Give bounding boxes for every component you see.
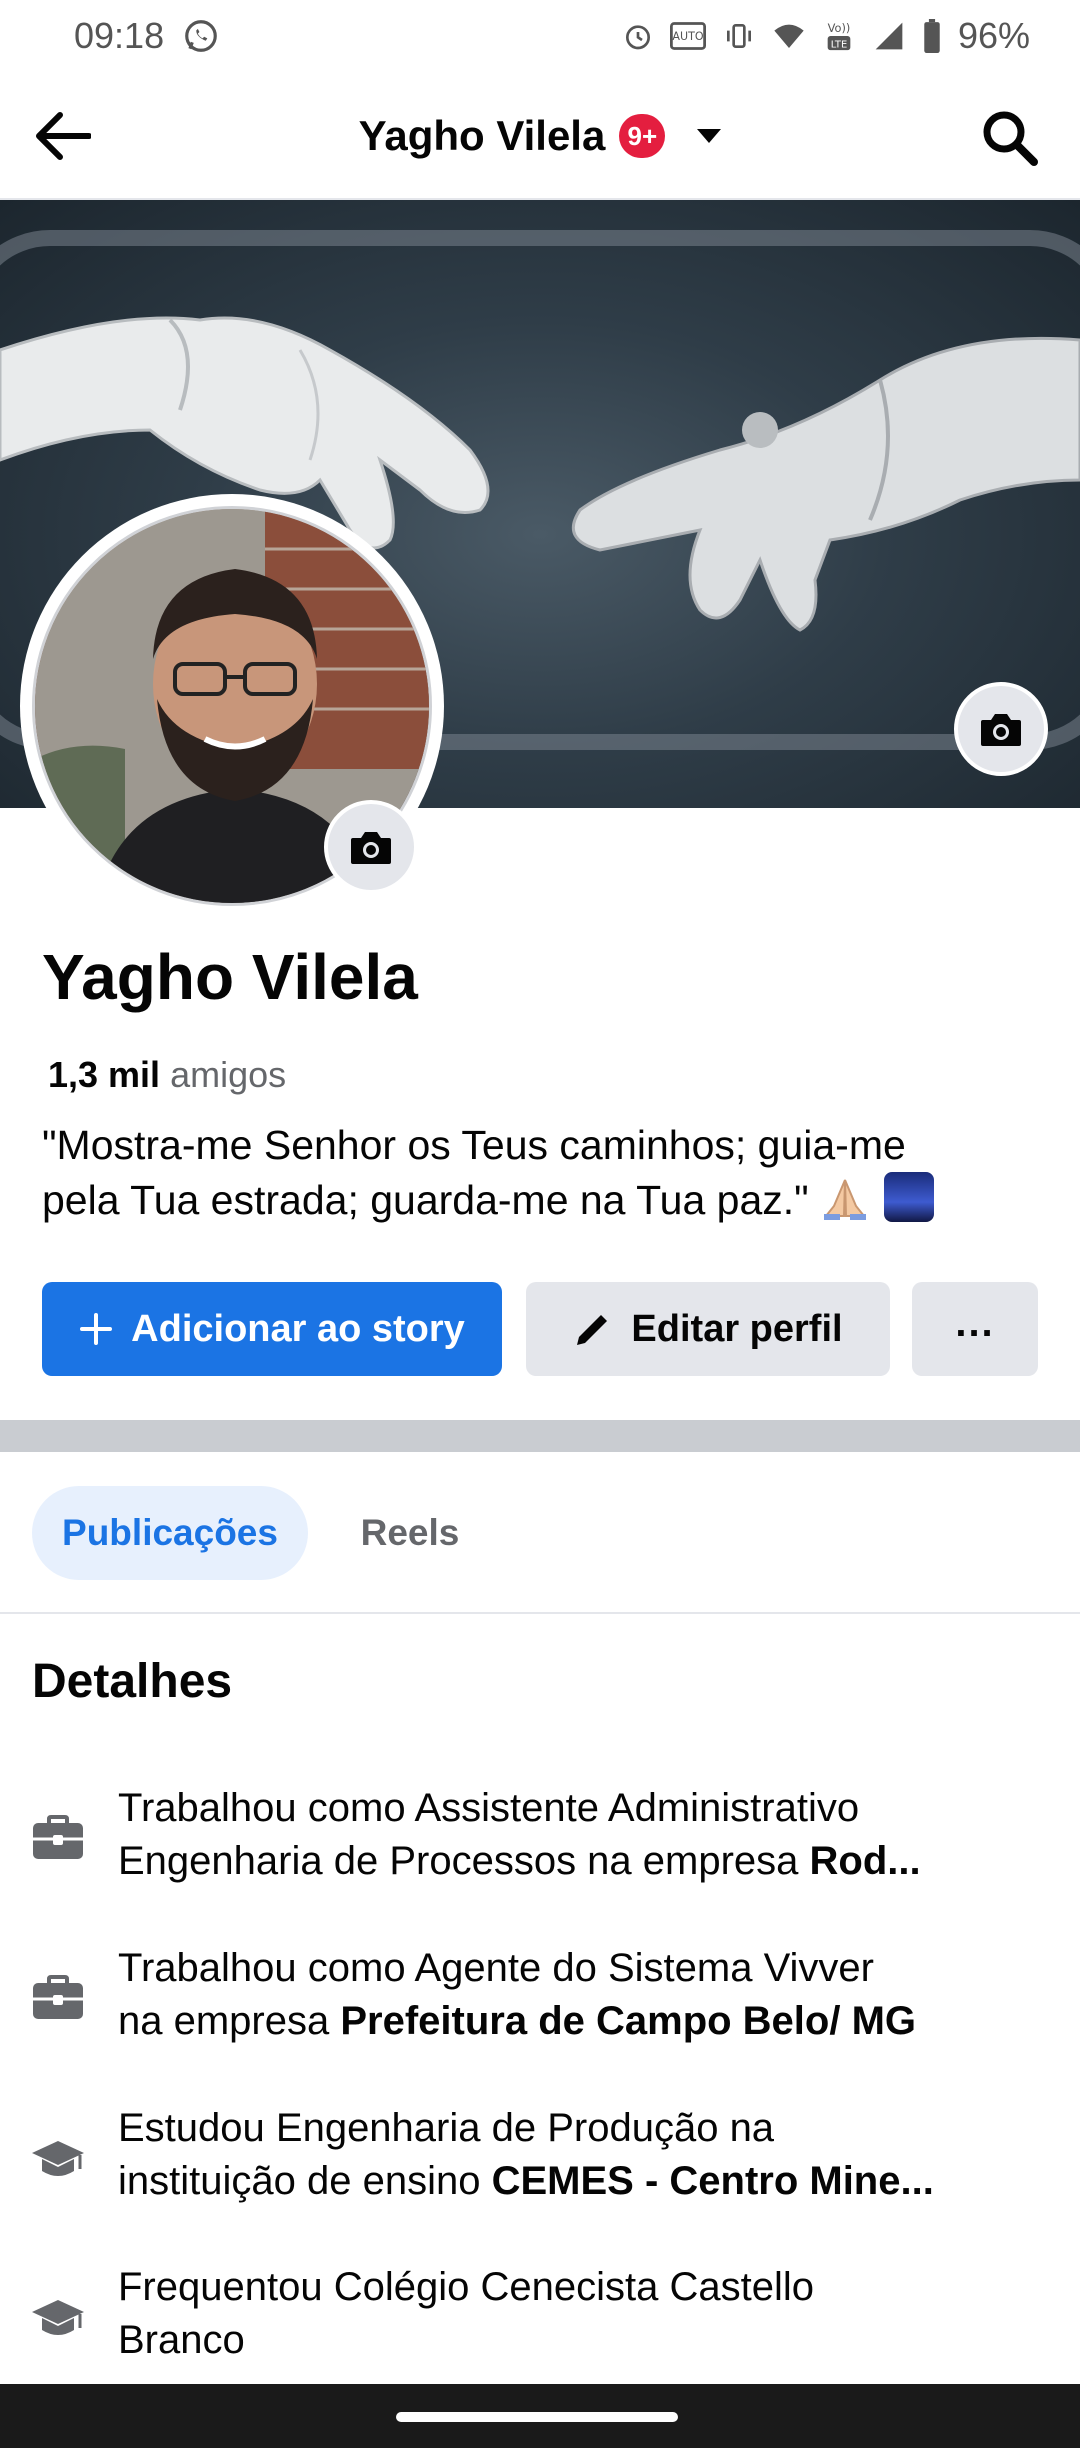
search-icon xyxy=(983,111,1038,166)
praying-hands-emoji xyxy=(824,1179,867,1220)
auto-hd-icon: AUTO xyxy=(669,20,706,52)
battery-icon xyxy=(922,19,942,53)
notification-badge: 9+ xyxy=(619,114,666,158)
graduation-cap-icon xyxy=(30,2291,86,2347)
battery-percent: 96% xyxy=(957,15,1030,56)
more-options-button[interactable]: ... xyxy=(912,1282,1038,1376)
detail-school: CEMES - Centro Mine... xyxy=(491,2159,934,2203)
svg-text:Vo)): Vo)) xyxy=(828,21,851,35)
whatsapp-icon xyxy=(182,17,220,55)
friends-label: amigos xyxy=(170,1054,287,1095)
details-heading: Detalhes xyxy=(32,1655,233,1708)
svg-text:LTE: LTE xyxy=(831,39,847,50)
milky-way-emoji xyxy=(883,1172,934,1222)
detail-employer: Rod... xyxy=(809,1839,921,1883)
app-bar: Yagho Vilela 9+ xyxy=(0,72,1080,200)
detail-line-2-text: Branco xyxy=(118,2318,245,2362)
more-options-label: ... xyxy=(955,1300,995,1345)
detail-text: Trabalhou como Assistente Administrativo… xyxy=(118,1782,1018,1888)
briefcase-icon xyxy=(30,1970,86,2026)
detail-line-2: na empresa Prefeitura de Campo Belo/ MG xyxy=(118,1995,1018,2048)
app-bar-title: Yagho Vilela xyxy=(358,112,606,159)
detail-line-2: instituição de ensino CEMES - Centro Min… xyxy=(118,2155,1018,2208)
volte-icon: Vo)) LTE xyxy=(822,19,856,53)
detail-line-1: Trabalhou como Assistente Administrativo xyxy=(118,1786,860,1830)
alarm-icon xyxy=(622,20,654,52)
detail-line-2-text: na empresa xyxy=(118,1999,341,2043)
tab-reels[interactable]: Reels xyxy=(340,1486,480,1580)
wifi-icon xyxy=(772,20,806,52)
home-indicator[interactable] xyxy=(396,2412,678,2422)
detail-line-2-text: Engenharia de Processos na empresa xyxy=(118,1839,810,1883)
signal-icon xyxy=(872,20,906,52)
graduation-cap-icon xyxy=(30,2132,86,2188)
svg-text:AUTO: AUTO xyxy=(672,30,703,43)
detail-line-1: Estudou Engenharia de Produção na xyxy=(118,2106,775,2150)
bio-line-2: pela Tua estrada; guarda-me na Tua paz." xyxy=(42,1177,809,1223)
add-to-story-label: Adicionar ao story xyxy=(131,1307,465,1350)
pencil-icon xyxy=(577,1315,608,1345)
section-divider xyxy=(0,1420,1080,1452)
briefcase-icon xyxy=(30,1810,86,1866)
detail-line-2-text: instituição de ensino xyxy=(118,2159,492,2203)
status-time: 09:18 xyxy=(74,15,165,56)
detail-line-1: Trabalhou como Agente do Sistema Vivver xyxy=(118,1946,874,1990)
detail-text: Trabalhou como Agente do Sistema Vivver … xyxy=(118,1942,1018,2048)
camera-icon xyxy=(981,714,1021,746)
add-to-story-button[interactable]: Adicionar ao story xyxy=(42,1282,502,1376)
detail-text: Frequentou Colégio Cenecista Castello Br… xyxy=(118,2261,1018,2367)
profile-bio: "Mostra-me Senhor os Teus caminhos; guia… xyxy=(42,1118,1042,1227)
search-button[interactable] xyxy=(974,102,1044,172)
detail-text: Estudou Engenharia de Produção na instit… xyxy=(118,2102,1018,2208)
edit-profile-button[interactable]: Editar perfil xyxy=(526,1282,890,1376)
edit-avatar-button[interactable] xyxy=(324,800,418,894)
edit-cover-button[interactable] xyxy=(954,682,1048,776)
detail-line-2: Branco xyxy=(118,2314,1018,2367)
tabs-divider xyxy=(0,1612,1080,1614)
camera-icon xyxy=(351,832,391,864)
edit-profile-label: Editar perfil xyxy=(631,1307,843,1350)
detail-line-2: Engenharia de Processos na empresa Rod..… xyxy=(118,1835,1018,1888)
friends-count[interactable]: 1,3 mil amigos xyxy=(48,1054,286,1096)
detail-line-1: Frequentou Colégio Cenecista Castello xyxy=(118,2265,814,2309)
detail-employer: Prefeitura de Campo Belo/ MG xyxy=(340,1999,917,2043)
plus-icon xyxy=(80,1313,113,1345)
tab-publicacoes[interactable]: Publicações xyxy=(32,1486,308,1580)
friends-count-value: 1,3 mil xyxy=(48,1054,161,1095)
vibrate-icon xyxy=(722,20,756,52)
status-bar: 09:18 AUTO Vo)) LTE 96% xyxy=(0,0,1080,72)
profile-switcher[interactable]: Yagho Vilela 9+ xyxy=(0,72,1080,200)
bio-line-1: "Mostra-me Senhor os Teus caminhos; guia… xyxy=(42,1122,906,1168)
chevron-down-icon xyxy=(697,129,722,143)
profile-name: Yagho Vilela xyxy=(42,941,418,1013)
